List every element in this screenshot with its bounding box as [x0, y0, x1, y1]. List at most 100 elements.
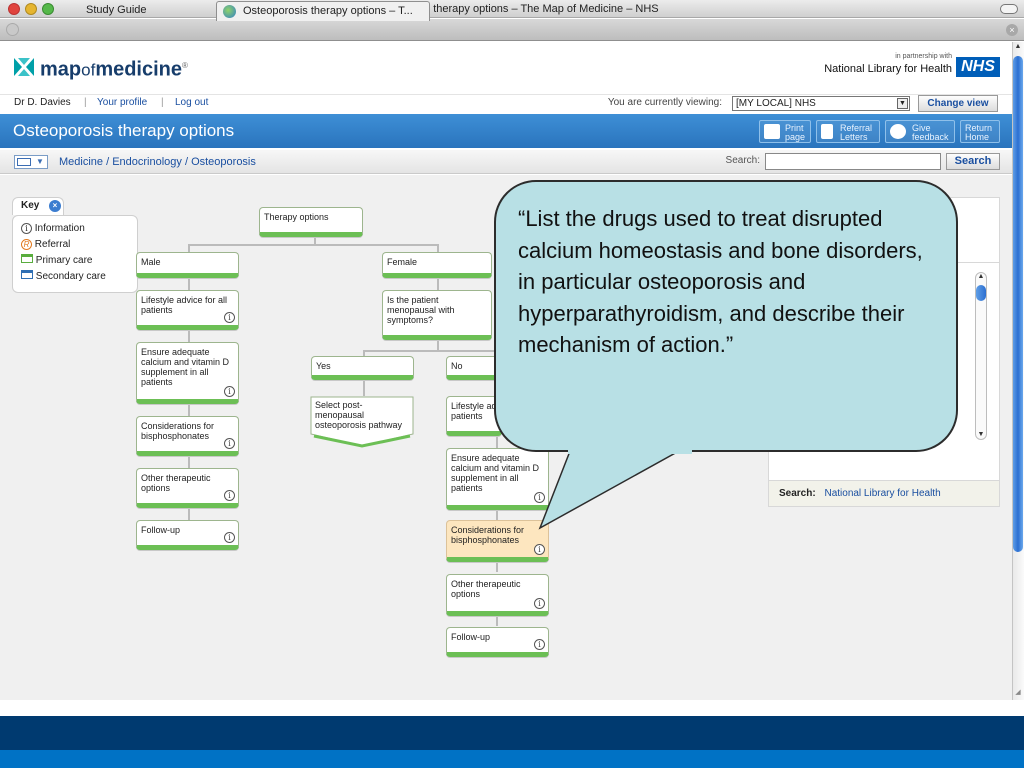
info-icon[interactable]: i: [534, 639, 545, 650]
site-logo[interactable]: mapofmedicine®: [40, 54, 188, 83]
scroll-down-icon[interactable]: ▼: [976, 431, 986, 438]
info-icon[interactable]: i: [224, 490, 235, 501]
key-label: Referral: [34, 239, 71, 250]
viewing-label: You are currently viewing:: [607, 97, 722, 108]
log-out-link[interactable]: Log out: [175, 97, 208, 108]
separator: |: [84, 97, 87, 108]
node-label: Considerations for bisphosphonates: [451, 525, 525, 545]
minimize-window-icon[interactable]: [25, 3, 37, 15]
info-icon[interactable]: i: [224, 532, 235, 543]
node-male[interactable]: Male: [136, 252, 239, 278]
node-female-calcium[interactable]: Ensure adequate calcium and vitamin D su…: [446, 448, 549, 510]
node-male-lifestyle[interactable]: Lifestyle advice for all patients i: [136, 290, 239, 330]
home-label-2: Home: [965, 132, 990, 142]
node-male-calcium[interactable]: Ensure adequate calcium and vitamin D su…: [136, 342, 239, 404]
node-post-menopausal-pathway[interactable]: Select post-menopausal osteoporosis path…: [310, 396, 414, 448]
key-header[interactable]: Key ×: [12, 197, 64, 215]
resize-grip-icon[interactable]: ◢: [1013, 688, 1023, 696]
browser-tab-osteoporosis[interactable]: Osteoporosis therapy options – T...: [216, 1, 430, 21]
return-home-button[interactable]: Return Home: [960, 120, 1000, 143]
scroll-thumb[interactable]: [976, 285, 986, 301]
logo-of: of: [81, 60, 96, 80]
key-item-referral: R Referral: [21, 238, 70, 252]
callout-tail-join: [568, 440, 692, 454]
node-label: patients: [451, 411, 483, 421]
node-therapy-options[interactable]: Therapy options: [259, 207, 363, 237]
node-male-follow-up[interactable]: Follow-up i: [136, 520, 239, 550]
give-feedback-button[interactable]: Give feedback: [885, 120, 955, 143]
zoom-window-icon[interactable]: [42, 3, 54, 15]
referral-letters-button[interactable]: Referral Letters: [816, 120, 880, 143]
search-input[interactable]: [765, 153, 941, 170]
footer-band-dark: [0, 716, 1024, 750]
node-yes[interactable]: Yes: [311, 356, 414, 380]
view-select[interactable]: [MY LOCAL] NHS ▼: [732, 96, 910, 111]
logo-registered: ®: [182, 61, 188, 70]
separator: |: [161, 97, 164, 108]
scroll-up-icon[interactable]: ▲: [1013, 43, 1023, 50]
tab-label: Osteoporosis therapy options – T...: [243, 5, 413, 17]
page-scroll-thumb[interactable]: [1013, 56, 1023, 552]
callout-text: “List the drugs used to treat disrupted …: [518, 206, 923, 357]
referral-label-2: Letters: [840, 132, 868, 142]
logo-medicine: medicine: [95, 58, 183, 81]
node-menopausal[interactable]: Is the patient menopausal with symptoms?: [382, 290, 492, 340]
feedback-label-2: feedback: [912, 132, 949, 142]
node-label: Other therapeutic options: [451, 579, 521, 599]
library-search-link[interactable]: National Library for Health: [824, 488, 940, 499]
close-tab-icon[interactable]: ×: [1006, 24, 1018, 36]
search-label: Search:: [725, 155, 760, 166]
info-icon[interactable]: i: [534, 544, 545, 555]
node-label: Ensure adequate calcium and vitamin D su…: [451, 453, 540, 493]
library-name: National Library for Health: [824, 63, 952, 75]
globe-icon: [223, 5, 236, 18]
scroll-up-icon[interactable]: ▲: [976, 273, 986, 280]
tab-label: Study Guide: [86, 4, 147, 16]
collapse-key-icon[interactable]: ×: [49, 200, 61, 212]
change-view-button[interactable]: Change view: [918, 95, 998, 112]
key-item-information: i Information: [21, 222, 85, 236]
node-label: Lifestyle ad: [451, 401, 497, 411]
search-button[interactable]: Search: [946, 153, 1000, 170]
partnership-text: in partnership with: [895, 53, 952, 60]
your-profile-link[interactable]: Your profile: [97, 97, 147, 108]
key-title: Key: [21, 200, 40, 211]
chevron-down-icon: ▼: [897, 98, 908, 109]
node-female-follow-up[interactable]: Follow-up i: [446, 627, 549, 657]
node-female-bisphosphonates[interactable]: Considerations for bisphosphonates i: [446, 520, 549, 562]
tab-close-icon[interactable]: [6, 23, 19, 36]
print-page-button[interactable]: Print page: [759, 120, 811, 143]
info-icon[interactable]: i: [224, 438, 235, 449]
key-item-primary-care: Primary care: [21, 254, 92, 268]
key-panel: i Information R Referral Primary care Se…: [12, 215, 138, 293]
key-item-secondary-care: Secondary care: [21, 270, 106, 284]
grid-icon: [17, 158, 31, 166]
printer-icon: [764, 124, 780, 139]
secondary-care-icon: [21, 270, 33, 279]
info-panel-scrollbar[interactable]: ▲ ▼: [975, 272, 987, 440]
info-icon[interactable]: i: [224, 312, 235, 323]
breadcrumb[interactable]: Medicine / Endocrinology / Osteoporosis: [59, 156, 256, 168]
key-label: Information: [34, 223, 85, 234]
library-search-label: Search:: [779, 488, 816, 499]
footer-band-light: [0, 750, 1024, 768]
node-female-other-therapeutic[interactable]: Other therapeutic options i: [446, 574, 549, 616]
node-male-other-therapeutic[interactable]: Other therapeutic options i: [136, 468, 239, 508]
user-name: Dr D. Davies: [14, 97, 71, 108]
nhs-logo: NHS: [956, 57, 1000, 77]
info-icon[interactable]: i: [534, 492, 545, 503]
node-label: Other therapeutic options: [141, 473, 211, 493]
chevron-down-icon: ▼: [36, 157, 44, 166]
view-menu-button[interactable]: ▼: [14, 155, 48, 169]
info-icon[interactable]: i: [224, 386, 235, 397]
node-male-bisphosphonates[interactable]: Considerations for bisphosphonates i: [136, 416, 239, 456]
browser-tab-study-guide[interactable]: Study Guide: [60, 1, 210, 21]
toolbar-toggle-icon[interactable]: [1000, 4, 1018, 14]
close-window-icon[interactable]: [8, 3, 20, 15]
info-icon[interactable]: i: [534, 598, 545, 609]
node-label: Ensure adequate calcium and vitamin D su…: [141, 347, 230, 387]
key-label: Secondary care: [35, 271, 106, 282]
node-label: Follow-up: [141, 525, 181, 535]
node-female[interactable]: Female: [382, 252, 492, 278]
node-label: Follow-up: [451, 632, 491, 642]
